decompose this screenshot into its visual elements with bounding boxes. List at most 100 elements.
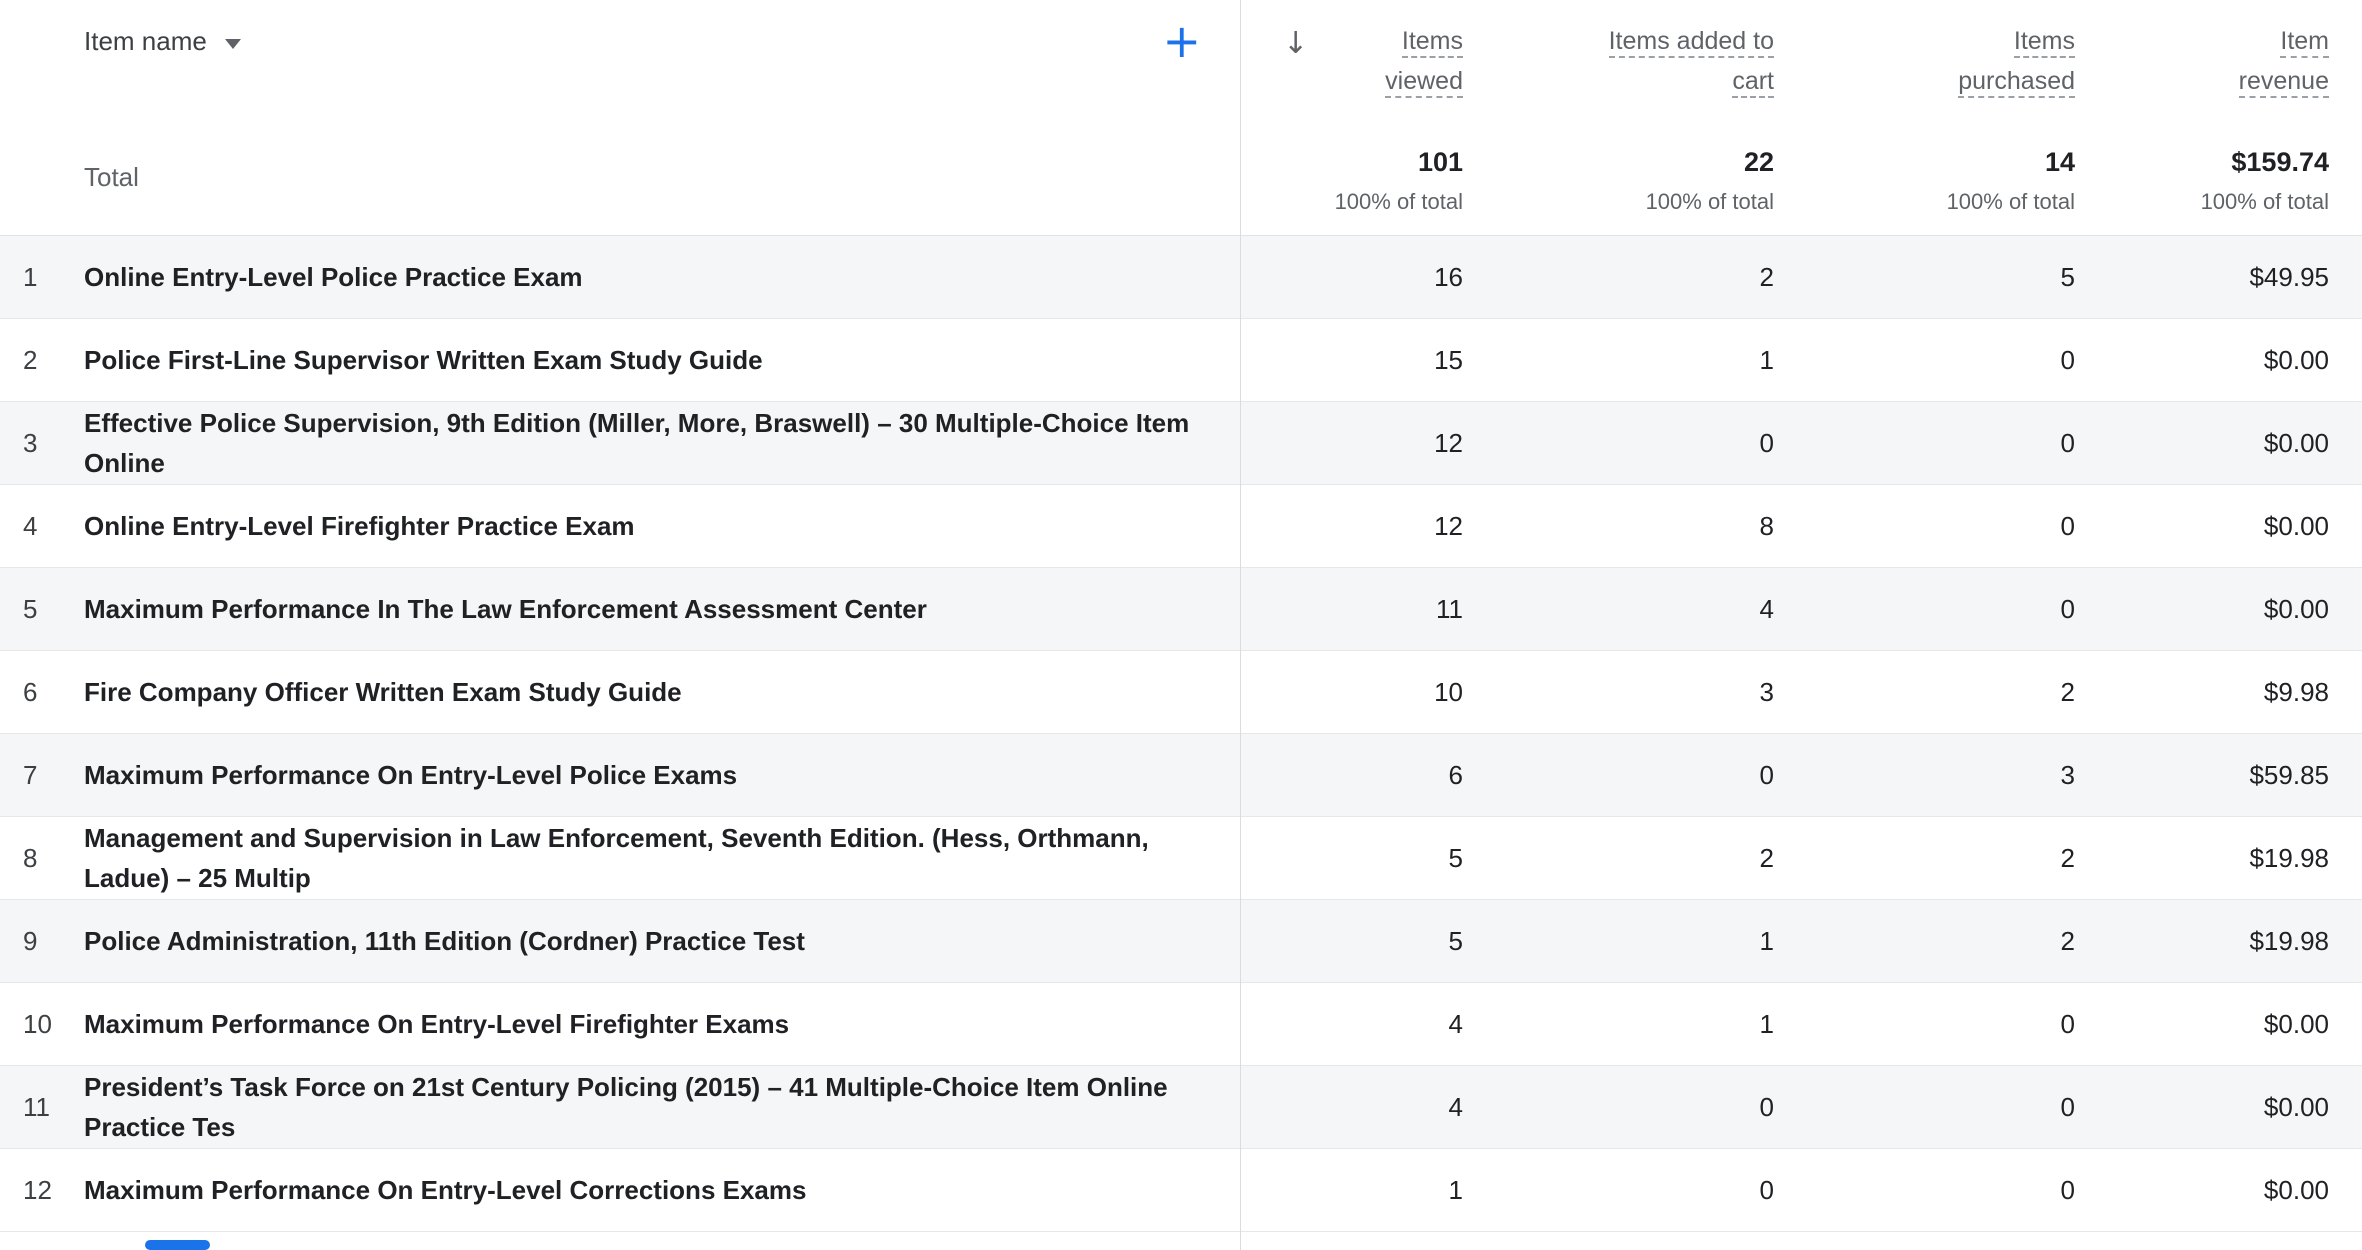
items-added-to-cart-value: 1: [1491, 900, 1801, 982]
table-row: 2 Police First-Line Supervisor Written E…: [0, 319, 2362, 402]
item-name: Maximum Performance On Entry-Level Polic…: [84, 755, 785, 795]
items-viewed-value: 12: [1241, 402, 1491, 484]
column-header-items-viewed[interactable]: ↓ Items viewed: [1241, 0, 1491, 119]
column-header-item-revenue[interactable]: Item revenue: [2101, 0, 2362, 119]
item-name: Maximum Performance On Entry-Level Corre…: [84, 1170, 854, 1210]
table-row: 4 Online Entry-Level Firefighter Practic…: [0, 485, 2362, 568]
item-name: Maximum Performance On Entry-Level Firef…: [84, 1004, 837, 1044]
total-percent: 100% of total: [2101, 187, 2329, 217]
horizontal-scrollbar-thumb[interactable]: [145, 1240, 210, 1250]
item-name: Maximum Performance In The Law Enforceme…: [84, 589, 975, 629]
item-name-cell: 4 Online Entry-Level Firefighter Practic…: [0, 485, 1241, 567]
total-value: $159.74: [2101, 143, 2329, 181]
items-viewed-value: 15: [1241, 319, 1491, 401]
column-header-label: purchased: [1958, 66, 2075, 98]
item-revenue-value: $19.98: [2101, 817, 2362, 899]
items-viewed-value: 4: [1241, 1066, 1491, 1148]
items-viewed-value: 5: [1241, 900, 1491, 982]
items-added-to-cart-value: 0: [1491, 402, 1801, 484]
table-header-row: Item name + ↓ Items viewed Items added t…: [0, 0, 2362, 119]
table-body: 1 Online Entry-Level Police Practice Exa…: [0, 236, 2362, 1232]
items-purchased-value: 3: [1801, 734, 2101, 816]
item-revenue-value: $0.00: [2101, 319, 2362, 401]
header-dimension-cell: Item name +: [0, 0, 1241, 119]
total-percent: 100% of total: [1241, 187, 1463, 217]
row-index: 4: [23, 511, 84, 542]
items-viewed-value: 11: [1241, 568, 1491, 650]
total-percent: 100% of total: [1491, 187, 1774, 217]
row-index: 1: [23, 262, 84, 293]
items-added-to-cart-value: 8: [1491, 485, 1801, 567]
item-revenue-value: $0.00: [2101, 568, 2362, 650]
items-purchased-value: 0: [1801, 983, 2101, 1065]
dimension-selector[interactable]: Item name: [84, 26, 241, 57]
total-value: 22: [1491, 143, 1774, 181]
total-items-added-to-cart: 22 100% of total: [1491, 119, 1801, 235]
column-header-items-added-to-cart[interactable]: Items added to cart: [1491, 0, 1801, 119]
total-items-viewed: 101 100% of total: [1241, 119, 1491, 235]
column-header-label: revenue: [2239, 66, 2329, 98]
table-row: 8 Management and Supervision in Law Enfo…: [0, 817, 2362, 900]
column-header-items-purchased[interactable]: Items purchased: [1801, 0, 2101, 119]
item-revenue-value: $0.00: [2101, 1149, 2362, 1231]
dimension-selector-label: Item name: [84, 26, 207, 57]
total-items-purchased: 14 100% of total: [1801, 119, 2101, 235]
item-name-cell: 7 Maximum Performance On Entry-Level Pol…: [0, 734, 1241, 816]
item-name-cell: 9 Police Administration, 11th Edition (C…: [0, 900, 1241, 982]
total-percent: 100% of total: [1801, 187, 2075, 217]
table-row: 1 Online Entry-Level Police Practice Exa…: [0, 236, 2362, 319]
item-revenue-value: $9.98: [2101, 651, 2362, 733]
items-viewed-value: 10: [1241, 651, 1491, 733]
item-name-cell: 6 Fire Company Officer Written Exam Stud…: [0, 651, 1241, 733]
item-name: Police Administration, 11th Edition (Cor…: [84, 921, 853, 961]
item-name-cell: 5 Maximum Performance In The Law Enforce…: [0, 568, 1241, 650]
items-viewed-value: 6: [1241, 734, 1491, 816]
column-header-label: Items: [2014, 26, 2075, 58]
table-row: 5 Maximum Performance In The Law Enforce…: [0, 568, 2362, 651]
item-name-cell: 1 Online Entry-Level Police Practice Exa…: [0, 236, 1241, 318]
items-added-to-cart-value: 2: [1491, 817, 1801, 899]
items-added-to-cart-value: 4: [1491, 568, 1801, 650]
item-revenue-value: $0.00: [2101, 983, 2362, 1065]
items-purchased-value: 0: [1801, 1066, 2101, 1148]
row-index: 10: [23, 1009, 84, 1040]
items-purchased-value: 2: [1801, 651, 2101, 733]
row-index: 5: [23, 594, 84, 625]
column-header-label: Item: [2280, 26, 2329, 58]
row-index: 7: [23, 760, 84, 791]
column-header-label: viewed: [1385, 66, 1463, 98]
items-viewed-value: 4: [1241, 983, 1491, 1065]
add-dimension-button[interactable]: +: [1162, 18, 1201, 64]
items-purchased-value: 2: [1801, 817, 2101, 899]
total-value: 14: [1801, 143, 2075, 181]
item-name: Online Entry-Level Firefighter Practice …: [84, 506, 683, 546]
items-purchased-value: 0: [1801, 485, 2101, 567]
items-added-to-cart-value: 0: [1491, 1149, 1801, 1231]
table-total-row: Total 101 100% of total 22 100% of total…: [0, 119, 2362, 236]
items-viewed-value: 5: [1241, 817, 1491, 899]
item-name: President’s Task Force on 21st Century P…: [84, 1067, 1241, 1147]
item-name-cell: 3 Effective Police Supervision, 9th Edit…: [0, 402, 1241, 484]
item-name-cell: 10 Maximum Performance On Entry-Level Fi…: [0, 983, 1241, 1065]
items-viewed-value: 12: [1241, 485, 1491, 567]
items-added-to-cart-value: 1: [1491, 983, 1801, 1065]
table-row: 9 Police Administration, 11th Edition (C…: [0, 900, 2362, 983]
items-purchased-value: 2: [1801, 900, 2101, 982]
item-name: Management and Supervision in Law Enforc…: [84, 818, 1241, 898]
total-label: Total: [0, 162, 139, 193]
item-name: Effective Police Supervision, 9th Editio…: [84, 403, 1241, 483]
table-row: 7 Maximum Performance On Entry-Level Pol…: [0, 734, 2362, 817]
items-added-to-cart-value: 0: [1491, 734, 1801, 816]
sort-descending-icon[interactable]: ↓: [1283, 26, 1308, 61]
row-index: 3: [23, 428, 84, 459]
item-name-cell: 2 Police First-Line Supervisor Written E…: [0, 319, 1241, 401]
item-revenue-value: $49.95: [2101, 236, 2362, 318]
column-header-label: Items added to: [1609, 26, 1774, 58]
items-purchased-value: 0: [1801, 402, 2101, 484]
items-purchased-value: 5: [1801, 236, 2101, 318]
items-viewed-value: 16: [1241, 236, 1491, 318]
item-revenue-value: $0.00: [2101, 402, 2362, 484]
items-added-to-cart-value: 3: [1491, 651, 1801, 733]
items-added-to-cart-value: 2: [1491, 236, 1801, 318]
table-row: 6 Fire Company Officer Written Exam Stud…: [0, 651, 2362, 734]
